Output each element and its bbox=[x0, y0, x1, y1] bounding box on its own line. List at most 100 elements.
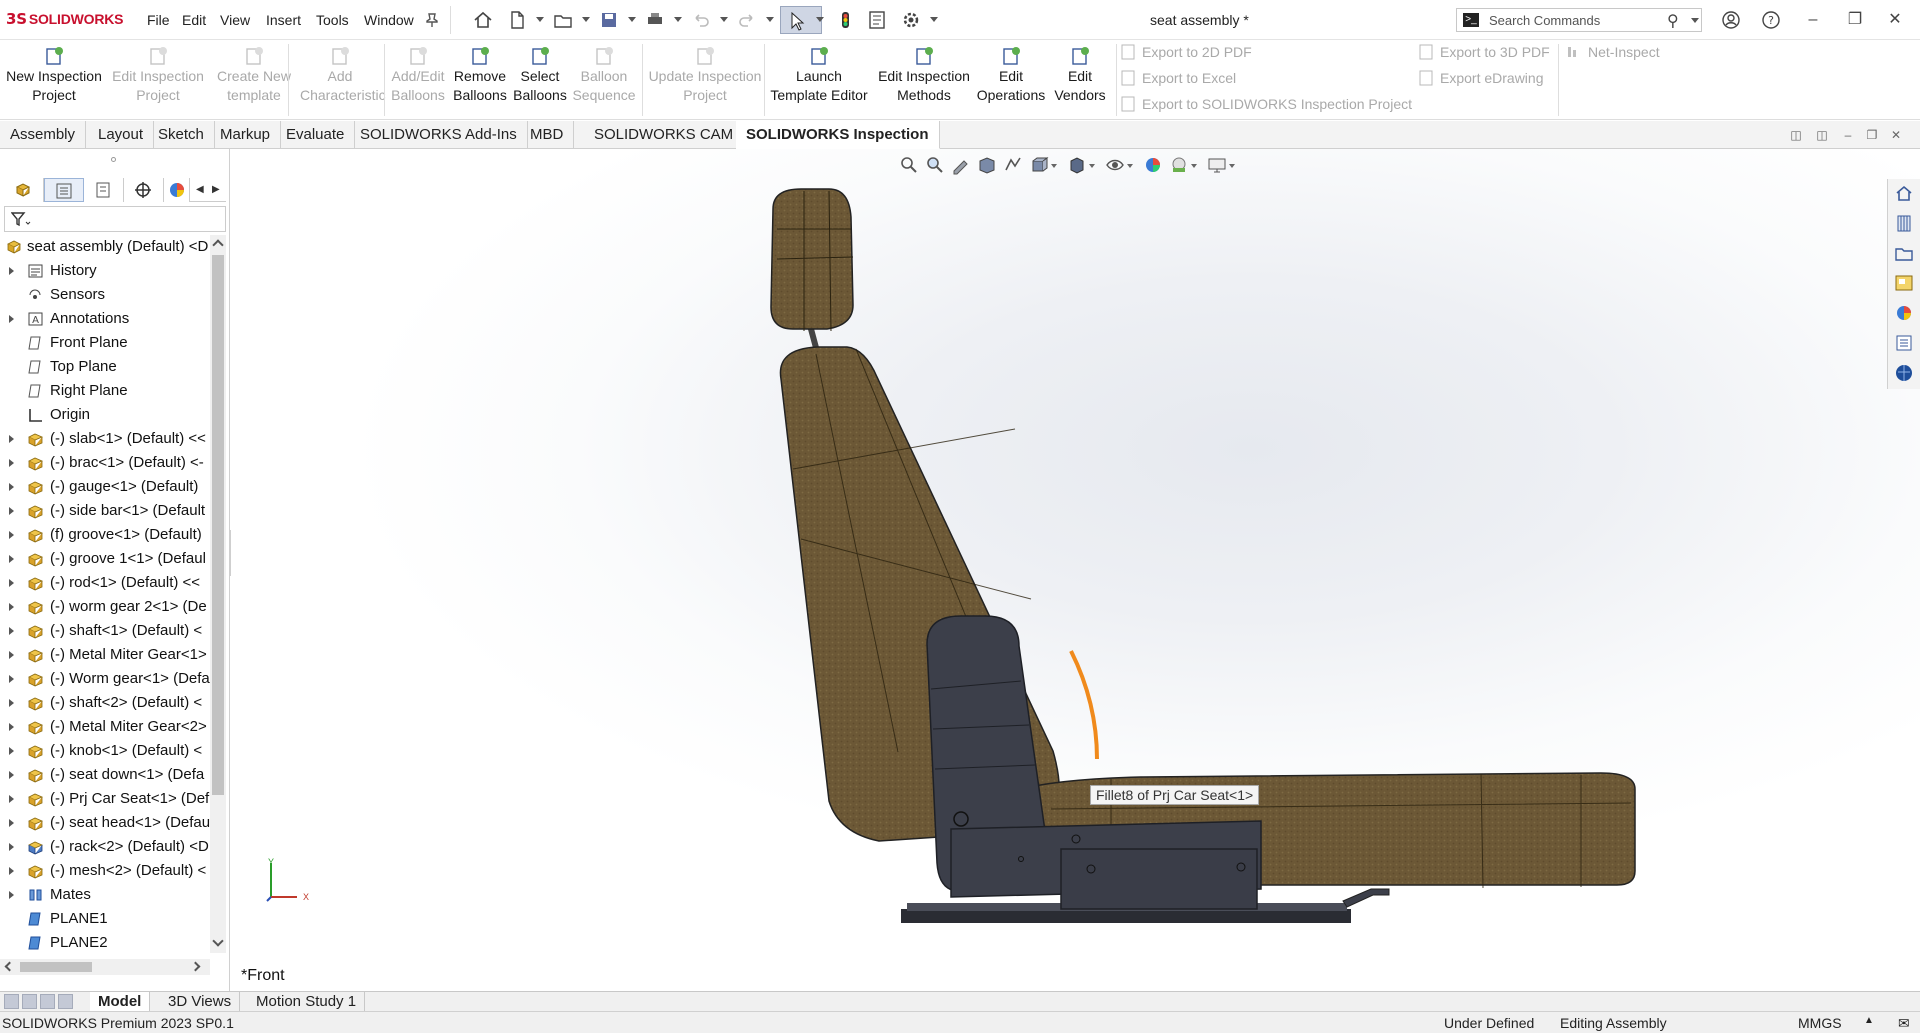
tabs-scroll-left-icon[interactable]: ◀ bbox=[196, 184, 204, 195]
rebuild-icon[interactable] bbox=[834, 9, 856, 31]
minimize-icon[interactable]: – bbox=[1802, 9, 1824, 31]
user-account-icon[interactable] bbox=[1720, 9, 1742, 31]
tree-node[interactable]: (-) Metal Miter Gear<2> bbox=[0, 715, 210, 739]
tree-node[interactable]: (-) Metal Miter Gear<1> bbox=[0, 643, 210, 667]
net-inspect-button[interactable]: Net-Inspect bbox=[1566, 44, 1660, 60]
tree-node[interactable]: Origin bbox=[0, 403, 210, 427]
select-balloons-button[interactable]: Select Balloons bbox=[512, 46, 568, 116]
help-icon[interactable]: ? bbox=[1760, 9, 1782, 31]
doc-minimize-icon[interactable]: – bbox=[1840, 127, 1856, 143]
appearances-scenes-icon[interactable] bbox=[1894, 303, 1914, 323]
open-dropdown-icon[interactable] bbox=[582, 17, 590, 22]
tab-solidworks-cam[interactable]: SOLIDWORKS CAM bbox=[584, 121, 745, 149]
configurationmanager-tab[interactable] bbox=[84, 178, 124, 202]
export-sw-inspection-project-button[interactable]: Export to SOLIDWORKS Inspection Project bbox=[1120, 96, 1412, 112]
expand-arrow-icon[interactable] bbox=[9, 723, 14, 731]
tree-node[interactable]: A Annotations bbox=[0, 307, 210, 331]
tree-horizontal-scrollbar[interactable] bbox=[0, 959, 210, 975]
tree-node[interactable]: (-) side bar<1> (Default bbox=[0, 499, 210, 523]
expand-arrow-icon[interactable] bbox=[9, 531, 14, 539]
tree-node[interactable]: (-) knob<1> (Default) < bbox=[0, 739, 210, 763]
doc-close-icon[interactable]: ✕ bbox=[1888, 127, 1904, 143]
options-gear-icon[interactable] bbox=[900, 9, 922, 31]
featuremanager-tab[interactable] bbox=[4, 178, 44, 202]
undo-dropdown-icon[interactable] bbox=[720, 17, 728, 22]
expand-arrow-icon[interactable] bbox=[9, 315, 14, 323]
redo-dropdown-icon[interactable] bbox=[766, 17, 774, 22]
hscroll-thumb[interactable] bbox=[20, 962, 92, 972]
tabs-scroll-right-icon[interactable]: ▶ bbox=[212, 184, 220, 195]
last-tab-nav-icon[interactable] bbox=[58, 994, 73, 1009]
search-dropdown-icon[interactable] bbox=[1691, 18, 1699, 23]
tree-node[interactable]: (-) mesh<2> (Default) < bbox=[0, 859, 210, 883]
expand-arrow-icon[interactable] bbox=[9, 795, 14, 803]
tree-node[interactable]: Top Plane bbox=[0, 355, 210, 379]
new-inspection-project-button[interactable]: New Inspection Project bbox=[2, 46, 106, 116]
tile-right-icon[interactable]: ◫ bbox=[1814, 127, 1830, 143]
first-tab-nav-icon[interactable] bbox=[4, 994, 19, 1009]
display-manager-tab[interactable] bbox=[164, 178, 190, 202]
menu-tools[interactable]: Tools bbox=[316, 12, 349, 28]
export-3d-pdf-button[interactable]: Export to 3D PDF bbox=[1418, 44, 1550, 60]
panel-grip-icon[interactable] bbox=[111, 157, 116, 162]
expand-arrow-icon[interactable] bbox=[9, 891, 14, 899]
tree-node[interactable]: (-) rod<1> (Default) << bbox=[0, 571, 210, 595]
expand-arrow-icon[interactable] bbox=[9, 843, 14, 851]
tree-node[interactable]: PLANE1 bbox=[0, 907, 210, 931]
seat-assembly-model[interactable] bbox=[231, 149, 1920, 991]
file-properties-icon[interactable] bbox=[866, 9, 888, 31]
export-edrawing-button[interactable]: Export eDrawing bbox=[1418, 70, 1544, 86]
tree-node[interactable]: (-) brac<1> (Default) <- bbox=[0, 451, 210, 475]
edit-vendors-button[interactable]: Edit Vendors bbox=[1052, 46, 1108, 116]
next-tab-nav-icon[interactable] bbox=[40, 994, 55, 1009]
edit-operations-button[interactable]: Edit Operations bbox=[974, 46, 1048, 116]
print-icon[interactable] bbox=[644, 9, 666, 31]
tab-evaluate[interactable]: Evaluate bbox=[276, 121, 356, 149]
menu-file[interactable]: File bbox=[147, 12, 170, 28]
balloon-sequence-button[interactable]: Balloon Sequence bbox=[568, 46, 640, 116]
prev-tab-nav-icon[interactable] bbox=[22, 994, 37, 1009]
save-icon[interactable] bbox=[598, 9, 620, 31]
tab-solidworks-add-ins[interactable]: SOLIDWORKS Add-Ins bbox=[350, 121, 528, 149]
expand-arrow-icon[interactable] bbox=[9, 651, 14, 659]
expand-arrow-icon[interactable] bbox=[9, 627, 14, 635]
expand-arrow-icon[interactable] bbox=[9, 507, 14, 515]
bottom-tab-model[interactable]: Model bbox=[90, 992, 151, 1012]
graphics-area[interactable]: Fillet8 of Prj Car Seat<1> Y X *Front bbox=[231, 149, 1920, 991]
menu-view[interactable]: View bbox=[220, 12, 250, 28]
add-edit-balloons-button[interactable]: Add/Edit Balloons bbox=[388, 46, 448, 116]
view-palette-icon[interactable] bbox=[1894, 273, 1914, 293]
expand-arrow-icon[interactable] bbox=[9, 579, 14, 587]
create-template-button[interactable]: Create New template bbox=[208, 46, 300, 116]
scroll-thumb[interactable] bbox=[212, 255, 224, 795]
new-dropdown-icon[interactable] bbox=[536, 17, 544, 22]
options-dropdown-icon[interactable] bbox=[930, 17, 938, 22]
dimxpert-tab[interactable] bbox=[124, 178, 164, 202]
doc-restore-icon[interactable]: ❐ bbox=[1864, 127, 1880, 143]
propertymanager-tab[interactable] bbox=[44, 178, 84, 202]
pin-icon[interactable] bbox=[424, 9, 440, 31]
search-commands-input[interactable]: >_ Search Commands ⚲ bbox=[1456, 8, 1702, 32]
export-excel-button[interactable]: Export to Excel bbox=[1120, 70, 1236, 86]
expand-arrow-icon[interactable] bbox=[9, 771, 14, 779]
tree-node[interactable]: (-) worm gear 2<1> (De bbox=[0, 595, 210, 619]
scroll-down-icon[interactable] bbox=[212, 935, 224, 947]
expand-arrow-icon[interactable] bbox=[9, 867, 14, 875]
print-dropdown-icon[interactable] bbox=[674, 17, 682, 22]
undo-icon[interactable] bbox=[690, 9, 712, 31]
tree-node[interactable]: (-) groove 1<1> (Defaul bbox=[0, 547, 210, 571]
tree-node[interactable]: (-) Prj Car Seat<1> (Def bbox=[0, 787, 210, 811]
expand-arrow-icon[interactable] bbox=[9, 459, 14, 467]
tab-assembly[interactable]: Assembly bbox=[0, 121, 87, 149]
expand-arrow-icon[interactable] bbox=[9, 603, 14, 611]
open-folder-icon[interactable] bbox=[552, 9, 574, 31]
expand-arrow-icon[interactable] bbox=[9, 675, 14, 683]
tree-node[interactable]: Sensors bbox=[0, 283, 210, 307]
menu-window[interactable]: Window bbox=[364, 12, 414, 28]
quick-tips-icon[interactable]: ✉ bbox=[1898, 1015, 1910, 1032]
file-explorer-icon[interactable] bbox=[1894, 243, 1914, 263]
expand-arrow-icon[interactable] bbox=[9, 747, 14, 755]
update-project-button[interactable]: Update Inspection Project bbox=[644, 46, 766, 116]
expand-arrow-icon[interactable] bbox=[9, 819, 14, 827]
expand-arrow-icon[interactable] bbox=[9, 483, 14, 491]
